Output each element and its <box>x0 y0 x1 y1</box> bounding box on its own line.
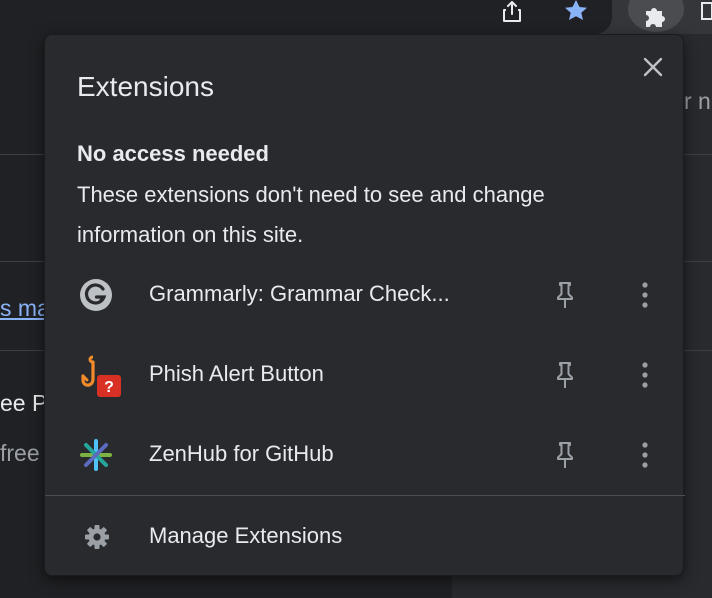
background-text: free <box>0 440 40 466</box>
share-icon[interactable] <box>498 0 526 24</box>
pin-icon[interactable] <box>551 279 579 311</box>
section-heading: No access needed <box>77 141 269 166</box>
extension-item-grammarly[interactable]: Grammarly: Grammar Check... <box>45 265 685 325</box>
extension-item-zenhub[interactable]: ZenHub for GitHub <box>45 425 685 485</box>
more-options-icon[interactable] <box>633 279 657 311</box>
background-heading: ee P <box>0 390 44 416</box>
extensions-popup: Extensions No access needed These extens… <box>44 34 685 576</box>
extension-name: Grammarly: Grammar Check... <box>149 281 450 306</box>
browser-toolbar <box>0 0 712 34</box>
grammarly-icon <box>79 278 113 312</box>
more-options-icon[interactable] <box>633 439 657 471</box>
background-text-right: r n <box>684 88 711 114</box>
manage-extensions-button[interactable]: Manage Extensions <box>45 509 685 565</box>
sidebar-icon[interactable] <box>700 0 712 22</box>
manage-extensions-label: Manage Extensions <box>149 523 343 548</box>
popup-title: Extensions <box>77 71 214 102</box>
bookmark-star-icon[interactable] <box>560 0 592 22</box>
background-link[interactable]: s ma <box>0 295 44 322</box>
pin-icon[interactable] <box>551 439 579 471</box>
more-options-icon[interactable] <box>633 359 657 391</box>
zenhub-icon <box>79 438 113 472</box>
svg-text:?: ? <box>104 379 114 396</box>
popup-divider <box>45 495 685 496</box>
phish-alert-icon: ? <box>79 353 127 397</box>
extension-item-phish-alert[interactable]: ? Phish Alert Button <box>45 345 685 405</box>
section-description: These extensions don't need to see and c… <box>77 182 545 247</box>
extensions-puzzle-icon[interactable] <box>628 0 684 32</box>
extension-name: ZenHub for GitHub <box>149 441 334 466</box>
close-icon[interactable] <box>639 53 667 81</box>
extension-name: Phish Alert Button <box>149 361 324 386</box>
pin-icon[interactable] <box>551 359 579 391</box>
gear-icon <box>83 523 111 551</box>
